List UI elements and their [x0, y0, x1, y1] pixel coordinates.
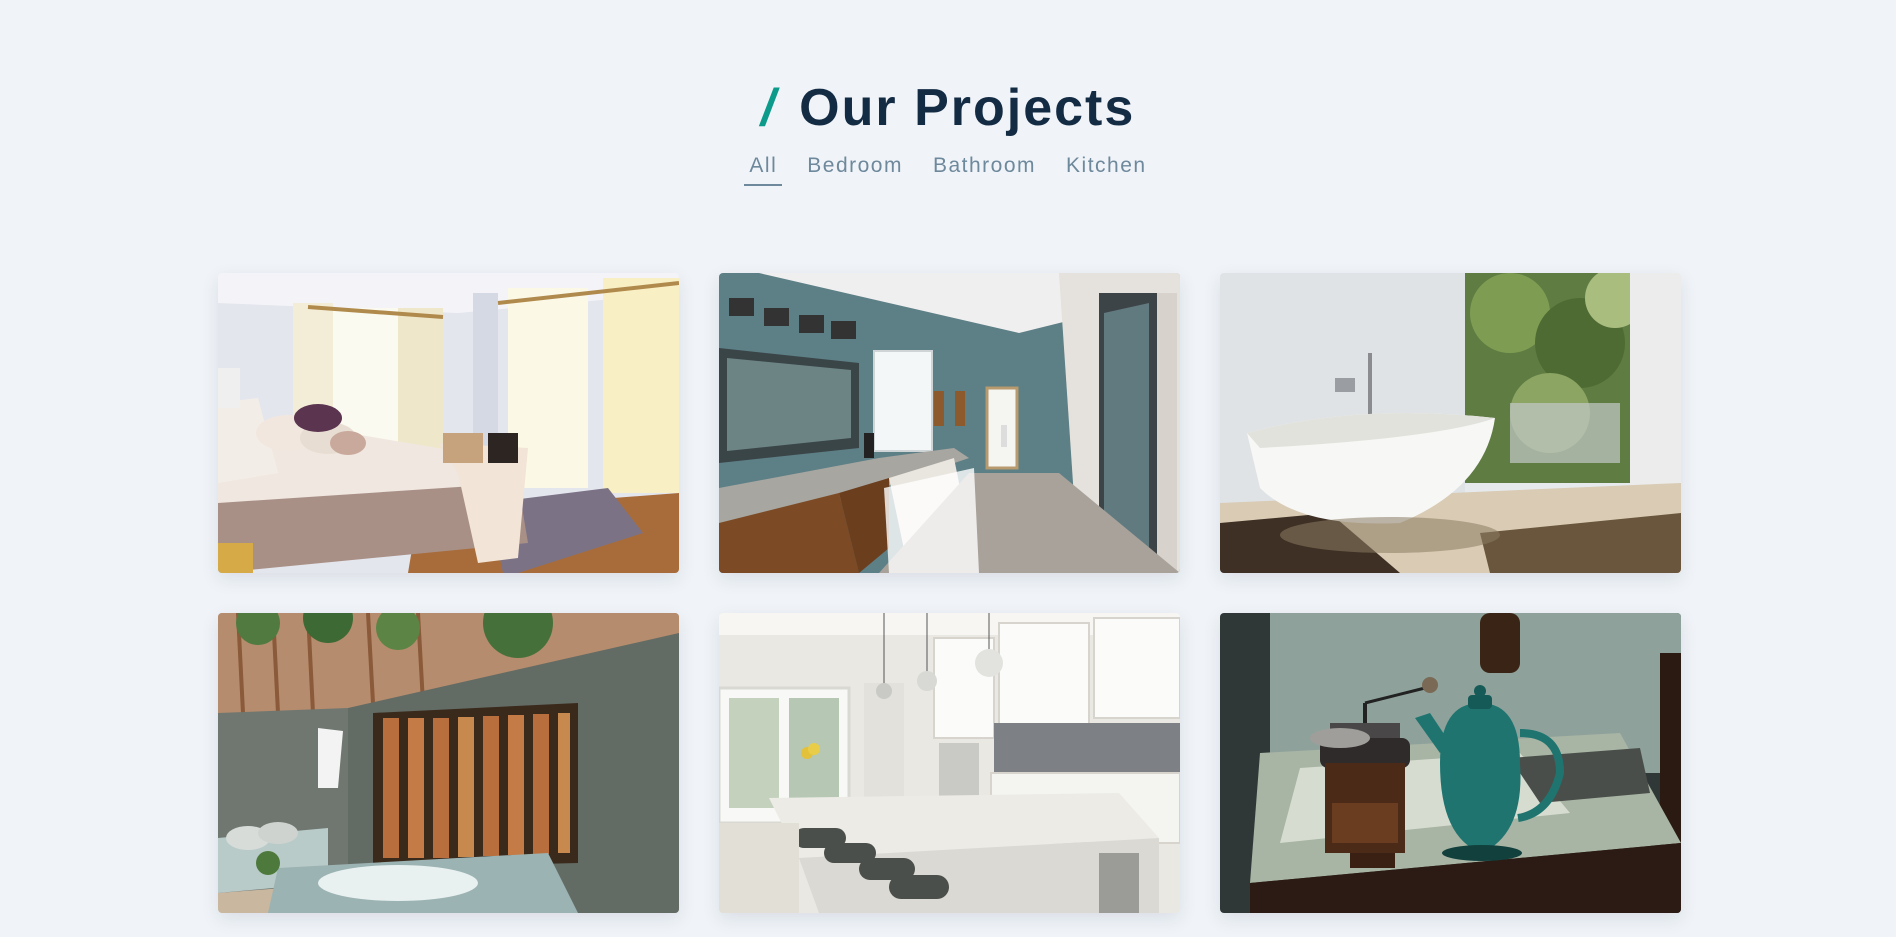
project-card-kitchen[interactable]: [719, 613, 1180, 913]
bedroom-photo: [218, 273, 679, 573]
bathtub-photo: [1220, 273, 1681, 573]
filter-tab-bathroom[interactable]: Bathroom: [928, 150, 1041, 186]
project-card-coffee-kettle[interactable]: [1220, 613, 1681, 913]
filter-tab-kitchen[interactable]: Kitchen: [1061, 150, 1152, 186]
outdoor-bath-photo: [218, 613, 679, 913]
project-gallery: [218, 273, 1681, 913]
project-card-outdoor-bath[interactable]: [218, 613, 679, 913]
page-title: Our Projects: [799, 78, 1136, 137]
project-card-bathtub[interactable]: [1220, 273, 1681, 573]
filter-tab-bedroom[interactable]: Bedroom: [802, 150, 908, 186]
coffee-kettle-photo: [1220, 613, 1681, 913]
project-card-bathroom-vanity[interactable]: [719, 273, 1180, 573]
heading-slash-accent: /: [760, 78, 778, 137]
filter-tab-all[interactable]: All: [744, 150, 783, 186]
bathroom-vanity-photo: [719, 273, 1180, 573]
section-heading: / Our Projects: [0, 77, 1896, 139]
project-card-bedroom[interactable]: [218, 273, 679, 573]
project-filter-bar: All Bedroom Bathroom Kitchen: [0, 150, 1896, 186]
kitchen-photo: [719, 613, 1180, 913]
